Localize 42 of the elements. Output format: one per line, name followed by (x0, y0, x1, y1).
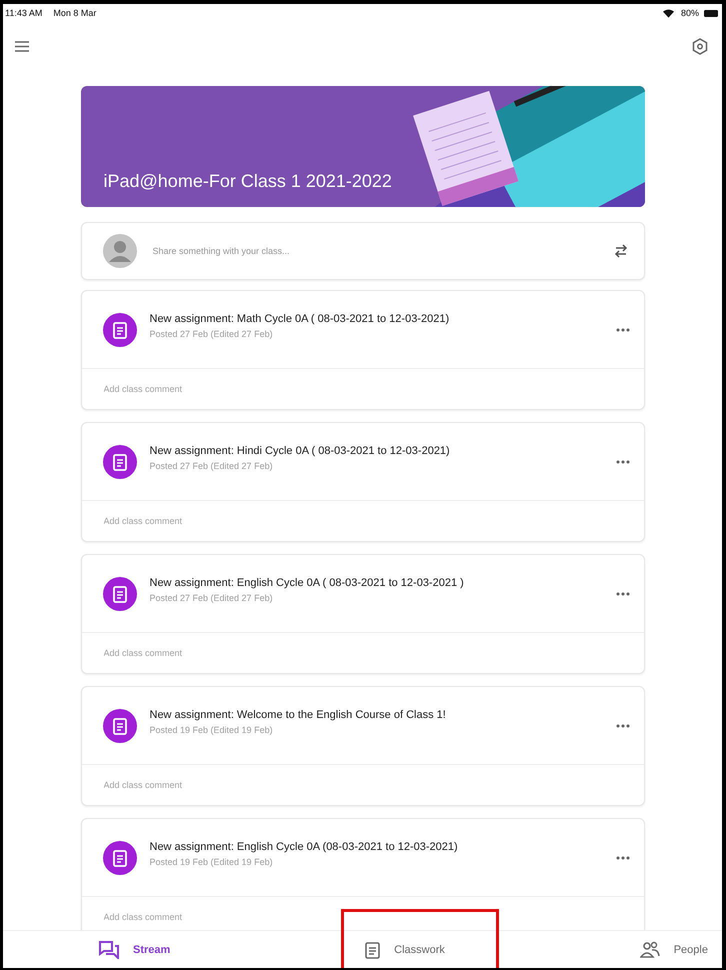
more-icon[interactable] (616, 460, 630, 464)
comment-input[interactable]: Add class comment (82, 369, 644, 409)
menu-icon[interactable] (15, 40, 29, 52)
class-title: iPad@home-For Class 1 2021-2022 (102, 171, 392, 193)
assignment-icon (102, 840, 136, 874)
post-title[interactable]: New assignment: Welcome to the English Course of Class 1! (150, 708, 602, 720)
post-title[interactable]: New assignment: Hindi Cycle 0A ( 08-03-2021 to 12-03-2021) (150, 444, 602, 456)
nav-tab[interactable]: Stream (95, 936, 174, 962)
repost-icon[interactable] (614, 244, 628, 258)
post-date: Posted 27 Feb (Edited 27 Feb) (150, 592, 274, 602)
comment-input[interactable]: Add class comment (82, 633, 644, 673)
more-icon[interactable] (616, 328, 630, 332)
nav-tab[interactable]: Classwork (361, 936, 449, 962)
more-icon[interactable] (616, 724, 630, 728)
post-date: Posted 27 Feb (Edited 27 Feb) (150, 328, 274, 338)
share-field[interactable]: Share something with your class... (150, 245, 600, 257)
status-time: 11:43 AM (5, 8, 42, 18)
status-date: Mon 8 Mar (53, 8, 96, 18)
clipboard-icon (365, 940, 380, 958)
post-date: Posted 19 Feb (Edited 19 Feb) (150, 724, 274, 734)
comment-input[interactable]: Add class comment (82, 897, 644, 930)
assignment-icon (102, 444, 136, 478)
more-icon[interactable] (616, 856, 630, 860)
avatar-icon (102, 234, 136, 268)
battery-icon (704, 10, 718, 16)
post-title[interactable]: New assignment: English Cycle 0A ( 08-03-2021 to 12-03-2021 ) (150, 576, 602, 588)
comment-input[interactable]: Add class comment (82, 765, 644, 805)
post-date: Posted 19 Feb (Edited 19 Feb) (150, 856, 274, 866)
nav-tab[interactable]: People (636, 937, 712, 962)
battery-percent: 80% (680, 8, 699, 18)
settings-icon[interactable] (692, 38, 708, 54)
post-title[interactable]: New assignment: Math Cycle 0A ( 08-03-2021 to 12-03-2021) (150, 312, 602, 324)
assignment-icon (102, 708, 136, 742)
more-icon[interactable] (616, 592, 630, 596)
comment-input[interactable]: Add class comment (82, 501, 644, 541)
post-date: Posted 27 Feb (Edited 27 Feb) (150, 460, 274, 470)
chat-icon (99, 940, 119, 958)
people-icon (640, 941, 660, 958)
wifi-icon (662, 8, 674, 18)
post-title[interactable]: New assignment: English Cycle 0A (08-03-2021 to 12-03-2021) (150, 840, 602, 852)
assignment-icon (102, 576, 136, 610)
assignment-icon (102, 312, 136, 346)
